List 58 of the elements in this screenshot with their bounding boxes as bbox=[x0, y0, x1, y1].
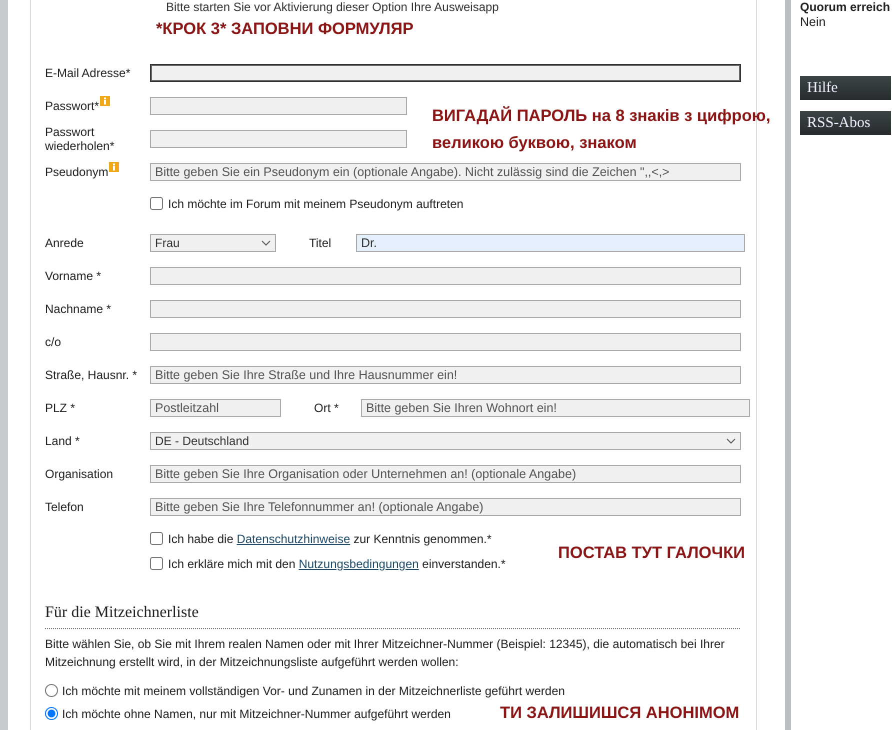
description-text: Bitte wählen Sie, ob Sie mit Ihrem realen Namen oder mit Ihrer Mitzeichner-Nummer (Beispiel: 12345), die automatisch bei Ihrer Mitzeichnung erstellt wird, in der Mitzeichnungsliste aufgeführt werden wollen: bbox=[45, 636, 726, 671]
field-label: PLZ * bbox=[45, 400, 76, 414]
text-field[interactable]: Bitte geben Sie ein Pseudonym ein (optionale Angabe). Nicht zulässig sind die Zeichen ",,<,> bbox=[150, 162, 741, 180]
info-icon[interactable] bbox=[100, 96, 110, 106]
field-label: Passwort* bbox=[45, 98, 100, 112]
sidebar-button[interactable]: Hilfe bbox=[800, 76, 891, 100]
field-label: Land * bbox=[45, 434, 80, 448]
annotation-text: ТИ ЗАЛИШИШСЯ АНОНІМОМ bbox=[500, 703, 740, 723]
text-field[interactable] bbox=[150, 64, 741, 82]
field-label: c/o bbox=[45, 334, 62, 348]
annotation-text: ВИГАДАЙ ПАРОЛЬ на 8 знаків з цифрою, bbox=[432, 106, 770, 126]
annotation-text: великою буквою, знаком bbox=[432, 133, 637, 153]
checkbox[interactable] bbox=[150, 557, 163, 570]
link[interactable]: Nutzungsbedingungen bbox=[298, 556, 419, 570]
field-label: Anrede bbox=[45, 236, 84, 250]
text-field[interactable]: Bitte geben Sie Ihre Straße und Ihre Hausnummer ein! bbox=[150, 366, 741, 384]
annotation-text: *КРОК 3* ЗАПОВНИ ФОРМУЛЯР bbox=[156, 19, 414, 39]
text-field[interactable]: Bitte geben Sie Ihre Telefonnummer an! (optionale Angabe) bbox=[150, 498, 741, 516]
annotation-text: ПОСТАВ ТУТ ГАЛОЧКИ bbox=[558, 543, 746, 563]
checkbox-label: Ich erkläre mich mit den Nutzungsbedingungen einverstanden.* bbox=[168, 556, 506, 570]
field-label: Straße, Hausnr. * bbox=[45, 368, 138, 382]
chevron-down-icon bbox=[261, 240, 271, 246]
radio-button[interactable] bbox=[45, 707, 58, 720]
field-label: Ort * bbox=[314, 400, 339, 414]
intro-text: Bitte starten Sie vor Aktivierung dieser Option Ihre Ausweisapp bbox=[165, 0, 500, 14]
checkbox-label: Ich habe die Datenschutzhinweise zur Kenntnis genommen.* bbox=[168, 532, 492, 546]
quorum-value: Nein bbox=[800, 14, 827, 30]
quorum-label: Quorum erreich bbox=[800, 0, 891, 14]
select-field[interactable]: DE - Deutschland bbox=[150, 432, 741, 450]
radio-button[interactable] bbox=[45, 684, 58, 697]
text-field[interactable] bbox=[150, 300, 741, 318]
field-label: Pseudonym bbox=[45, 164, 108, 178]
info-icon[interactable] bbox=[109, 162, 120, 172]
field-label: Organisation bbox=[45, 466, 114, 480]
field-label: Titel bbox=[309, 236, 332, 250]
text-field[interactable]: Dr. bbox=[356, 234, 745, 252]
field-label: E-Mail Adresse* bbox=[45, 66, 130, 80]
chevron-down-icon bbox=[726, 438, 736, 444]
radio-label: Ich möchte mit meinem vollständigen Vor- und Zunamen in der Mitzeichnerliste geführt werden bbox=[62, 684, 565, 698]
checkbox[interactable] bbox=[150, 532, 163, 545]
text-field[interactable]: Bitte geben Sie Ihre Organisation oder Unternehmen an! (optionale Angabe) bbox=[150, 464, 741, 482]
link[interactable]: Datenschutzhinweise bbox=[236, 532, 350, 546]
sidebar-button[interactable]: RSS-Abos bbox=[800, 111, 891, 135]
select-field[interactable]: Frau bbox=[150, 234, 276, 252]
text-field[interactable]: Postleitzahl bbox=[150, 398, 281, 416]
field-label: Vorname * bbox=[45, 268, 102, 282]
text-field[interactable] bbox=[150, 266, 741, 284]
text-field[interactable]: Bitte geben Sie Ihren Wohnort ein! bbox=[361, 398, 750, 416]
field-label: Telefon bbox=[45, 500, 84, 514]
text-field[interactable] bbox=[150, 332, 741, 350]
field-label: Passwort wiederholen* bbox=[45, 124, 116, 152]
checkbox-label: Ich möchte im Forum mit meinem Pseudonym auftreten bbox=[168, 196, 464, 210]
field-label: Nachname * bbox=[45, 302, 112, 316]
section-heading: Für die Mitzeichnerliste bbox=[45, 604, 740, 629]
checkbox[interactable] bbox=[150, 197, 163, 210]
password-field[interactable] bbox=[150, 96, 407, 114]
password-field[interactable] bbox=[150, 130, 407, 148]
radio-label: Ich möchte ohne Namen, nur mit Mitzeichner-Nummer aufgeführt werden bbox=[62, 706, 451, 720]
